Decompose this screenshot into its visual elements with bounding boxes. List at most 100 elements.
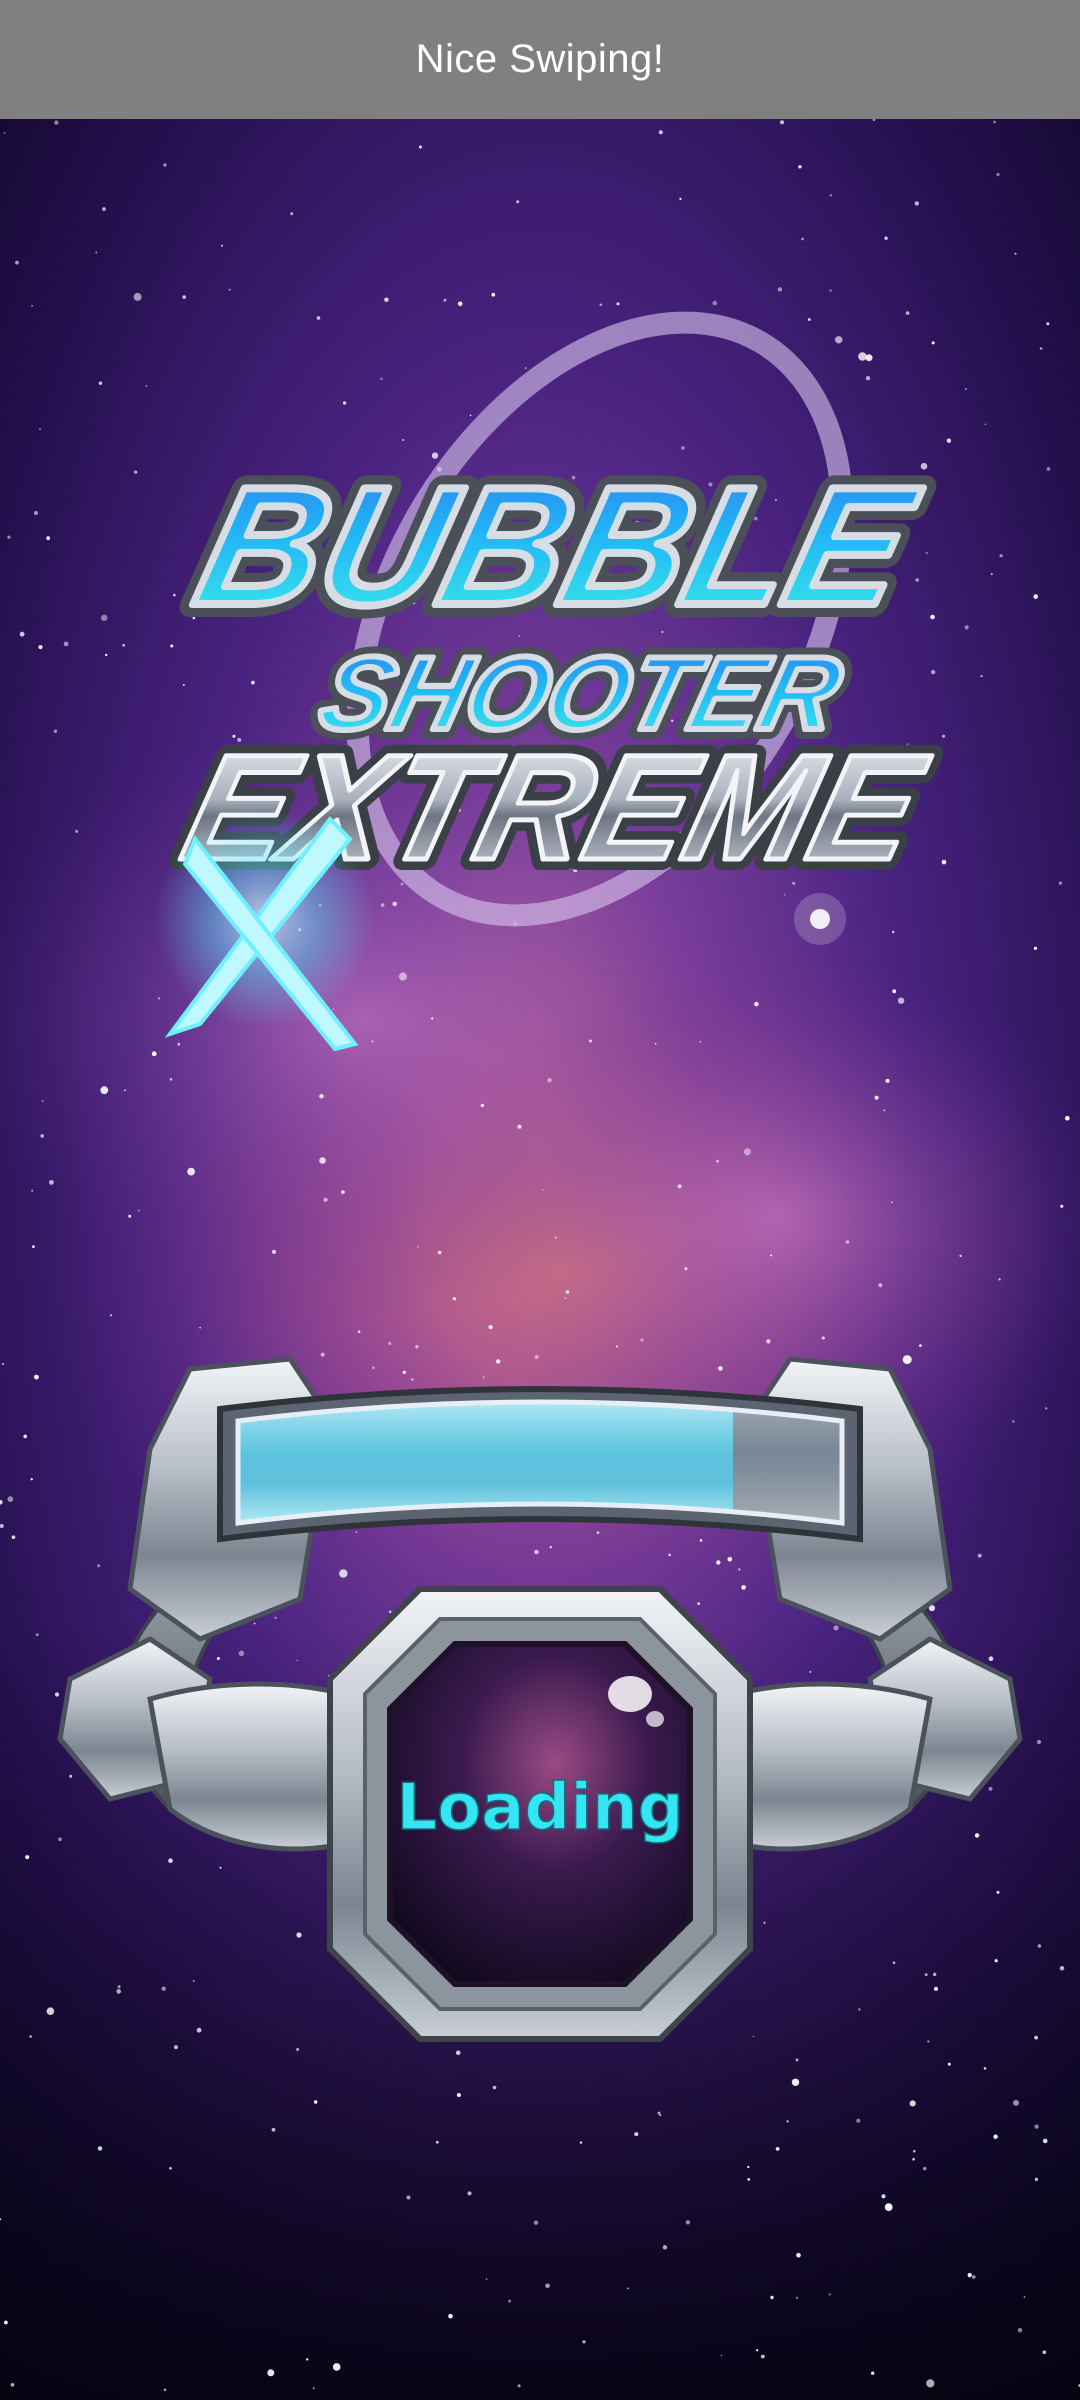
loading-label: Loading	[396, 1771, 683, 1845]
star	[7, 1496, 14, 1502]
toast-notification: Nice Swiping!	[0, 0, 1080, 119]
star	[41, 1100, 44, 1102]
game-loading-screen: BUBBLE BUBBLE SHOOTER SHOOTER EXTREME EX…	[0, 119, 1080, 2400]
star	[320, 1352, 325, 1357]
star	[398, 972, 408, 981]
star	[1013, 2099, 1019, 2106]
star	[1012, 1420, 1015, 1423]
star	[821, 1336, 825, 1340]
star	[392, 901, 398, 907]
star	[343, 401, 347, 405]
star	[884, 236, 888, 240]
star	[75, 829, 79, 833]
star	[170, 644, 174, 648]
star	[11, 1535, 16, 1539]
star	[355, 1531, 358, 1533]
star	[965, 388, 967, 390]
star	[699, 1539, 703, 1542]
star	[942, 734, 946, 738]
star	[972, 2275, 976, 2279]
star	[770, 1254, 773, 1257]
star	[53, 729, 58, 733]
star	[271, 2127, 276, 2132]
star	[988, 1656, 994, 1661]
star	[858, 2008, 861, 2011]
star	[33, 511, 38, 515]
star	[549, 1546, 552, 1549]
star	[796, 2252, 801, 2258]
star	[756, 2349, 759, 2352]
star	[39, 428, 41, 431]
star	[925, 552, 928, 554]
star	[881, 2194, 886, 2199]
star	[871, 2371, 875, 2375]
star	[15, 260, 19, 265]
star	[19, 631, 25, 637]
star	[720, 2354, 723, 2357]
star	[133, 292, 142, 301]
star	[448, 2313, 453, 2319]
star	[117, 1985, 121, 1989]
star	[319, 1157, 326, 1164]
star	[741, 1585, 746, 1590]
star	[878, 1283, 883, 1288]
star	[128, 1214, 132, 1218]
star	[25, 1855, 30, 1860]
star	[435, 2140, 439, 2144]
star	[983, 2067, 987, 2070]
star	[780, 120, 784, 125]
star	[829, 194, 832, 197]
star	[46, 2007, 55, 2015]
star	[1065, 1115, 1070, 1121]
star	[323, 1197, 328, 1202]
star	[946, 438, 952, 443]
star	[267, 2369, 275, 2377]
star	[699, 1040, 702, 1043]
star	[163, 163, 167, 167]
star	[290, 212, 294, 216]
star	[485, 2278, 488, 2281]
star	[134, 470, 138, 474]
star	[974, 1833, 980, 1838]
star	[828, 2293, 831, 2296]
star	[760, 2354, 765, 2359]
star	[809, 1670, 812, 1673]
star	[100, 1086, 109, 1095]
star	[380, 377, 383, 381]
star	[69, 1774, 73, 1778]
star	[913, 2149, 916, 2153]
star	[492, 2085, 497, 2090]
star	[807, 318, 811, 321]
star	[496, 1359, 501, 1364]
star	[30, 1478, 33, 1481]
star	[253, 1622, 256, 1625]
star	[116, 1989, 121, 1994]
star	[914, 201, 919, 206]
star	[1033, 946, 1038, 950]
star	[316, 316, 321, 320]
star	[582, 2340, 586, 2344]
star	[747, 2178, 750, 2181]
star	[1017, 2327, 1023, 2333]
star	[874, 1095, 879, 1100]
star	[238, 1650, 245, 1657]
star	[743, 1148, 751, 1156]
star	[783, 894, 786, 896]
star	[990, 573, 993, 576]
star	[296, 1932, 302, 1938]
star	[46, 536, 51, 541]
star	[679, 197, 682, 200]
star	[1033, 594, 1038, 599]
star	[884, 2203, 893, 2212]
star	[697, 1602, 701, 1605]
star	[654, 1042, 657, 1045]
star	[105, 653, 108, 657]
star	[443, 298, 447, 302]
star	[54, 1692, 60, 1697]
star	[752, 2035, 755, 2038]
star	[296, 1659, 299, 1662]
star	[145, 385, 148, 387]
star	[627, 2287, 629, 2290]
star	[251, 680, 255, 685]
star	[662, 2245, 668, 2250]
